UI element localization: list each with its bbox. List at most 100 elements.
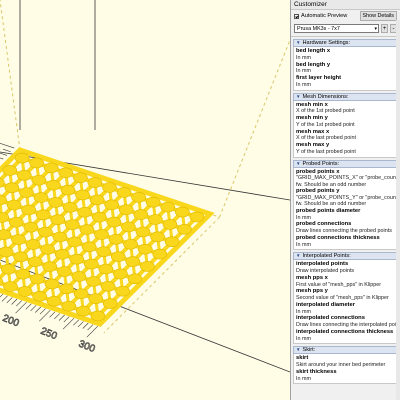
probed-point bbox=[32, 291, 47, 302]
probed-point bbox=[125, 256, 141, 267]
probed-point bbox=[140, 261, 155, 272]
probed-point bbox=[69, 253, 85, 265]
probed-point bbox=[52, 231, 68, 243]
parameter-name: mesh pps x bbox=[296, 274, 328, 281]
probed-point bbox=[43, 162, 59, 174]
parameter-description: In mm bbox=[296, 54, 311, 61]
parameter-item[interactable]: mesh pps x First value of "mesh_pps" in K… bbox=[296, 275, 395, 288]
probed-point bbox=[35, 209, 51, 221]
ruler-tick bbox=[6, 297, 13, 304]
probed-point bbox=[38, 226, 53, 238]
parameter-item[interactable]: first layer height In mm bbox=[296, 75, 395, 88]
parameter-description: Draw lines connecting the probed points bbox=[296, 228, 392, 235]
ruler-tick bbox=[15, 301, 27, 314]
parameter-item[interactable]: bed length y In mm bbox=[296, 62, 395, 75]
probed-point bbox=[46, 179, 61, 191]
parameter-item[interactable]: interpolated diameter In mm bbox=[296, 302, 395, 315]
probed-point bbox=[11, 234, 26, 245]
parameter-item[interactable]: skirt thickness In mm bbox=[296, 369, 395, 382]
section-header[interactable]: ▼ Skirt: bbox=[293, 346, 398, 355]
probed-point bbox=[58, 167, 74, 179]
parameter-item[interactable]: mesh max yY of the last probed point bbox=[296, 142, 395, 155]
build-volume-line bbox=[0, 0, 21, 151]
probed-point bbox=[104, 199, 119, 211]
parameter-item[interactable]: probed connections Draw lines connecting … bbox=[296, 221, 395, 234]
probed-point bbox=[96, 246, 111, 258]
parameter-name: mesh min x bbox=[296, 101, 328, 108]
parameter-name: interpolated points bbox=[296, 261, 349, 268]
parameter-description: Draw interpolated points bbox=[296, 268, 355, 275]
probed-point bbox=[73, 288, 89, 300]
probed-point bbox=[6, 199, 22, 211]
parameter-item[interactable]: interpolated connections Draw lines conne… bbox=[296, 315, 396, 328]
parameter-item[interactable]: probed points y "GRID_MAX_POINTS_Y" or "p… bbox=[296, 188, 400, 207]
section-header[interactable]: ▼ Mesh Dimensions: bbox=[293, 92, 398, 101]
section-body: bed length x In mm bed length y In mm first … bbox=[293, 47, 398, 91]
ruler-tick bbox=[86, 325, 99, 338]
ruler-tick bbox=[54, 313, 61, 320]
collapse-triangle-icon[interactable]: ▼ bbox=[296, 39, 300, 47]
probed-point bbox=[127, 273, 143, 285]
probed-point bbox=[177, 224, 192, 235]
show-details-button[interactable]: Show Details bbox=[359, 11, 397, 21]
parameter-name: probed points x bbox=[296, 168, 340, 175]
probed-point bbox=[30, 273, 45, 285]
ruler-tick bbox=[39, 309, 51, 322]
parameter-item[interactable]: interpolated connections thickness In mm bbox=[296, 329, 395, 342]
probed-point bbox=[89, 194, 105, 206]
parameter-item[interactable]: mesh max xX of the last probed point bbox=[296, 129, 395, 142]
probed-point bbox=[59, 283, 74, 295]
3d-viewport[interactable]: 100150200250300100150200 bbox=[0, 0, 290, 400]
probed-point bbox=[118, 204, 134, 215]
parameter-item[interactable]: probed points diameter In mm bbox=[296, 208, 395, 221]
parameter-item[interactable]: skirt Skirt around your inner bed perimet… bbox=[296, 355, 395, 368]
panel-scrollbar[interactable] bbox=[396, 20, 400, 400]
model-preview[interactable]: 100150200250300100150200 bbox=[0, 0, 290, 400]
probed-point bbox=[100, 280, 116, 292]
parameter-item[interactable]: probed points x "GRID_MAX_POINTS_X" or "p… bbox=[296, 168, 400, 188]
probed-point bbox=[135, 226, 151, 238]
collapse-triangle-icon[interactable]: ▼ bbox=[296, 93, 300, 101]
probed-point bbox=[60, 184, 76, 196]
collapse-triangle-icon[interactable]: ▼ bbox=[296, 252, 300, 260]
probed-point bbox=[67, 236, 82, 248]
parameter-name: bed length x bbox=[296, 48, 331, 54]
probed-point bbox=[15, 268, 31, 280]
probed-point bbox=[3, 281, 18, 292]
ruler-tick bbox=[87, 324, 94, 331]
collapse-triangle-icon[interactable]: ▼ bbox=[296, 160, 300, 168]
parameter-description: In mm bbox=[296, 81, 311, 88]
section-header[interactable]: ▼ Interpolated Points: bbox=[293, 252, 398, 261]
probed-point bbox=[92, 211, 107, 223]
automatic-preview-checkbox[interactable] bbox=[294, 13, 299, 19]
probed-point bbox=[62, 202, 78, 213]
probed-point bbox=[131, 192, 146, 203]
probed-point bbox=[17, 286, 33, 297]
parameter-description: In mm bbox=[296, 308, 311, 315]
ruler-tick bbox=[77, 321, 84, 328]
parameter-description: Second value of "mesh_pps" in Klipper bbox=[296, 295, 389, 302]
parameter-item[interactable]: bed length x In mm bbox=[296, 48, 395, 61]
parameter-item[interactable]: mesh min yY of the 1st probed point bbox=[296, 115, 395, 128]
parameter-item[interactable]: interpolated points Draw interpolated poi… bbox=[296, 261, 395, 274]
automatic-preview-label[interactable]: Automatic Preview bbox=[301, 13, 347, 19]
build-volume-line bbox=[219, 39, 290, 218]
preset-select[interactable]: Prusa MK3s - 7x7 ▾ bbox=[294, 24, 379, 33]
probed-point bbox=[71, 271, 87, 282]
probed-point bbox=[102, 298, 118, 309]
parameter-description: X of the 1st probed point bbox=[296, 108, 355, 115]
ruler-tick bbox=[11, 298, 18, 305]
section-title: Mesh Dimensions: bbox=[302, 93, 349, 100]
parameter-name: skirt thickness bbox=[296, 368, 337, 375]
parameter-item[interactable]: probed connections thickness In mm bbox=[296, 235, 395, 248]
section-title: Probed Points: bbox=[302, 160, 340, 167]
probed-point bbox=[121, 221, 136, 233]
collapse-triangle-icon[interactable]: ▼ bbox=[296, 346, 300, 354]
section-header[interactable]: ▼ Probed Points: bbox=[293, 159, 398, 168]
parameter-item[interactable]: mesh pps y Second value of "mesh_pps" in … bbox=[296, 288, 395, 301]
parameter-item[interactable]: mesh min xX of the 1st probed point bbox=[296, 102, 395, 115]
probed-point bbox=[106, 216, 122, 228]
probed-point bbox=[31, 174, 47, 186]
add-preset-button[interactable]: + bbox=[381, 24, 388, 33]
section-header[interactable]: ▼ Hardware Settings: bbox=[293, 39, 398, 47]
